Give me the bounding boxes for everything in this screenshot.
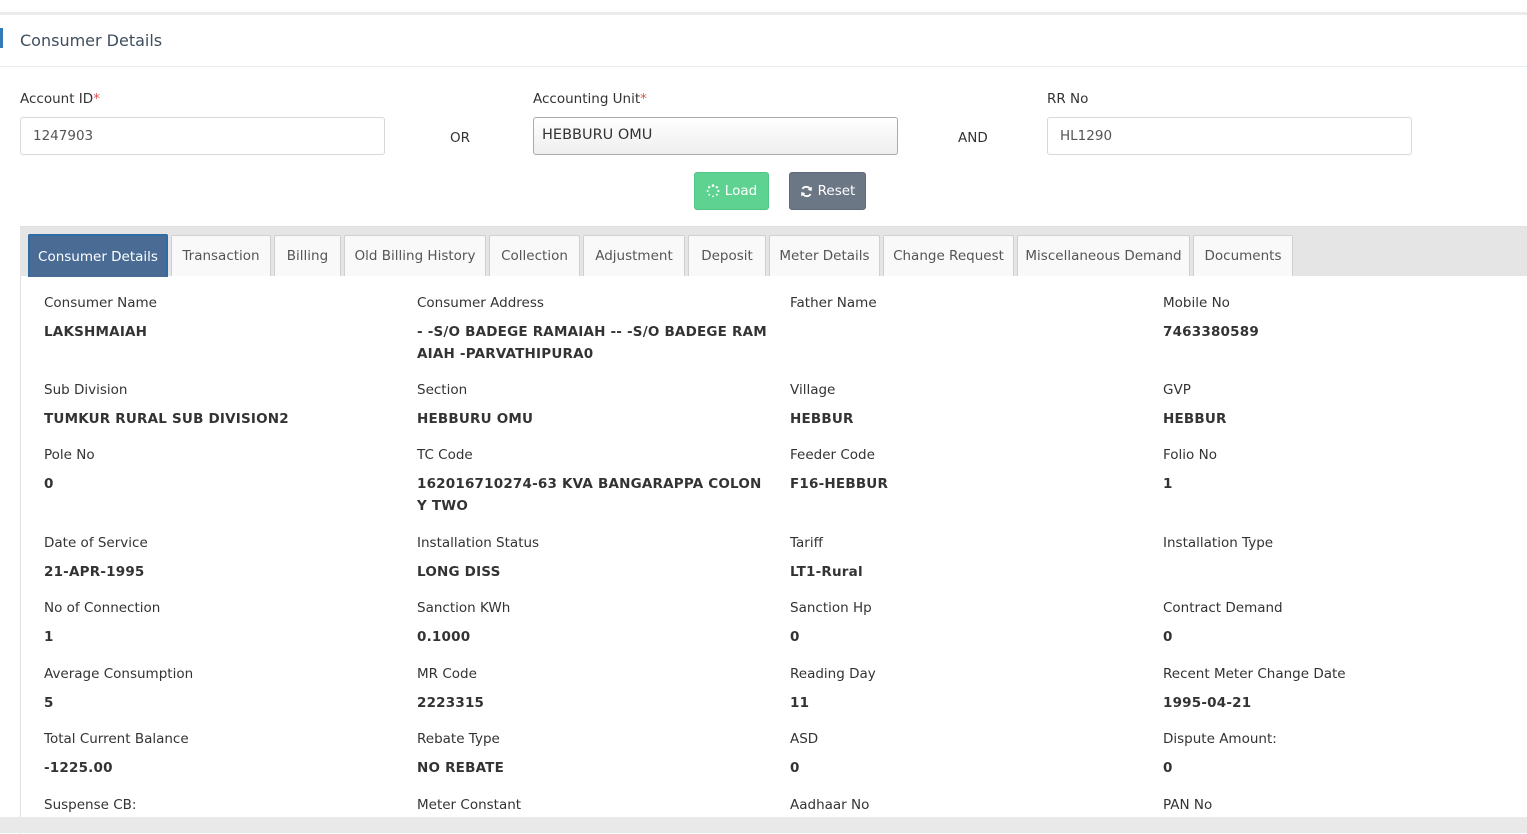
- reset-button[interactable]: Reset: [789, 172, 866, 210]
- tab-change-request[interactable]: Change Request: [883, 235, 1014, 276]
- tab-collection[interactable]: Collection: [489, 235, 580, 276]
- rebate-type-label: Rebate Type: [417, 731, 500, 747]
- load-button[interactable]: Load: [694, 172, 769, 210]
- no-of-connection-label: No of Connection: [44, 600, 161, 616]
- page-title: Consumer Details: [20, 31, 163, 50]
- tab-consumer-details[interactable]: Consumer Details: [28, 234, 168, 277]
- asd-value: 0: [790, 760, 800, 776]
- sanction-kwh-value: 0.1000: [417, 629, 471, 645]
- consumer-address-value: - -S/O BADEGE RAMAIAH -- -S/O BADEGE RAM…: [417, 324, 767, 362]
- tab-transaction[interactable]: Transaction: [171, 235, 271, 276]
- pan-no-label: PAN No: [1163, 797, 1213, 813]
- suspense-cb-label: Suspense CB:: [44, 797, 137, 813]
- consumer-name-label: Consumer Name: [44, 295, 157, 311]
- tab-old-billing-history[interactable]: Old Billing History: [344, 235, 486, 276]
- dispute-amount-value: 0: [1163, 760, 1173, 776]
- mr-code-label: MR Code: [417, 666, 477, 682]
- rebate-type-value: NO REBATE: [417, 760, 505, 776]
- top-border: [0, 12, 1527, 15]
- rr-no-input[interactable]: HL1290: [1047, 117, 1412, 155]
- tab-billing[interactable]: Billing: [274, 235, 341, 276]
- recent-meter-change-date-value: 1995-04-21: [1163, 695, 1252, 711]
- feeder-code-label: Feeder Code: [790, 447, 875, 463]
- account-id-input[interactable]: 1247903: [20, 117, 385, 155]
- mobile-no-label: Mobile No: [1163, 295, 1230, 311]
- tariff-value: LT1-Rural: [790, 564, 863, 580]
- tab-adjustment[interactable]: Adjustment: [583, 235, 685, 276]
- accounting-unit-label: Accounting Unit*: [533, 91, 647, 107]
- mobile-no-value: 7463380589: [1163, 324, 1259, 340]
- dispute-amount-label: Dispute Amount:: [1163, 731, 1277, 747]
- tab-deposit[interactable]: Deposit: [688, 235, 766, 276]
- tariff-label: Tariff: [790, 535, 823, 551]
- consumer-name-value: LAKSHMAIAH: [44, 324, 148, 340]
- average-consumption-value: 5: [44, 695, 54, 711]
- contract-demand-value: 0: [1163, 629, 1173, 645]
- tab-meter-details[interactable]: Meter Details: [769, 235, 880, 276]
- contract-demand-label: Contract Demand: [1163, 600, 1283, 616]
- tab-miscellaneous-demand[interactable]: Miscellaneous Demand: [1017, 235, 1190, 276]
- load-button-label: Load: [724, 183, 758, 199]
- aadhaar-no-label: Aadhaar No: [790, 797, 870, 813]
- tab-documents[interactable]: Documents: [1193, 235, 1293, 276]
- mr-code-value: 2223315: [417, 695, 485, 711]
- folio-no-label: Folio No: [1163, 447, 1217, 463]
- installation-status-label: Installation Status: [417, 535, 540, 551]
- account-id-label: Account ID*: [20, 91, 100, 107]
- recent-meter-change-date-label: Recent Meter Change Date: [1163, 666, 1346, 682]
- refresh-icon: [800, 185, 813, 198]
- title-accent-bar: [0, 28, 3, 48]
- consumer-address-label: Consumer Address: [417, 295, 544, 311]
- sub-division-value: TUMKUR RURAL SUB DIVISION2: [44, 411, 289, 427]
- accounting-unit-select[interactable]: HEBBURU OMU: [533, 117, 898, 155]
- feeder-code-value: F16-HEBBUR: [790, 476, 889, 492]
- folio-no-value: 1: [1163, 476, 1173, 492]
- village-label: Village: [790, 382, 836, 398]
- installation-status-value: LONG DISS: [417, 564, 501, 580]
- horizontal-scrollbar[interactable]: [0, 817, 1527, 833]
- gvp-label: GVP: [1163, 382, 1191, 398]
- average-consumption-label: Average Consumption: [44, 666, 194, 682]
- date-of-service-value: 21-APR-1995: [44, 564, 145, 580]
- gvp-value: HEBBUR: [1163, 411, 1227, 427]
- or-label: OR: [450, 130, 471, 146]
- section-label: Section: [417, 382, 468, 398]
- date-of-service-label: Date of Service: [44, 535, 148, 551]
- sanction-hp-label: Sanction Hp: [790, 600, 872, 616]
- pole-no-value: 0: [44, 476, 54, 492]
- tc-code-value: 162016710274-63 KVA BANGARAPPA COLONY TW…: [417, 476, 762, 514]
- total-current-balance-value: -1225.00: [44, 760, 113, 776]
- tc-code-label: TC Code: [417, 447, 473, 463]
- meter-constant-label: Meter Constant: [417, 797, 522, 813]
- father-name-label: Father Name: [790, 295, 877, 311]
- title-divider: [0, 66, 1527, 67]
- and-label: AND: [958, 130, 988, 146]
- installation-type-label: Installation Type: [1163, 535, 1274, 551]
- total-current-balance-label: Total Current Balance: [44, 731, 189, 747]
- section-value: HEBBURU OMU: [417, 411, 534, 427]
- sub-division-label: Sub Division: [44, 382, 128, 398]
- reading-day-value: 11: [790, 695, 810, 711]
- rr-no-label: RR No: [1047, 91, 1089, 107]
- tab-panel: [20, 226, 1527, 834]
- village-value: HEBBUR: [790, 411, 854, 427]
- sanction-hp-value: 0: [790, 629, 800, 645]
- reset-button-label: Reset: [817, 183, 856, 199]
- pole-no-label: Pole No: [44, 447, 95, 463]
- spinner-icon: [706, 184, 720, 198]
- asd-label: ASD: [790, 731, 819, 747]
- reading-day-label: Reading Day: [790, 666, 876, 682]
- no-of-connection-value: 1: [44, 629, 54, 645]
- sanction-kwh-label: Sanction KWh: [417, 600, 511, 616]
